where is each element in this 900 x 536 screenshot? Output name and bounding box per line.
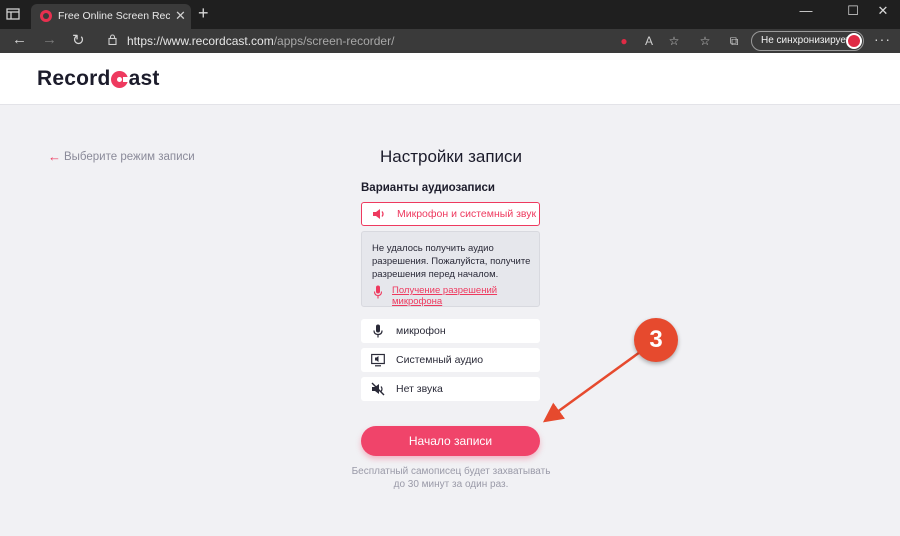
back-link-label: Выберите режим записи (64, 150, 195, 163)
step-number-badge: 3 (634, 318, 678, 362)
option-label: микрофон (396, 325, 446, 337)
option-label: Микрофон и системный звук (397, 208, 537, 220)
close-window-button[interactable]: ✕ (868, 3, 898, 19)
logo-c-icon (111, 70, 130, 88)
permission-warning: Не удалось получить аудио разрешения. По… (361, 231, 540, 307)
sync-profile-button[interactable]: Не синхронизируется (751, 31, 864, 51)
add-favorite-icon[interactable]: ☆ (666, 33, 682, 49)
address-bar[interactable]: https://www.recordcast.com/apps/screen-r… (127, 34, 394, 48)
tab-close-icon[interactable]: ✕ (175, 8, 186, 24)
warning-text: Не удалось получить аудио разрешения. По… (372, 243, 531, 280)
speaker-icon (373, 209, 384, 219)
minimize-button[interactable]: — (791, 3, 821, 18)
new-tab-button[interactable]: + (198, 3, 209, 24)
audio-option-microphone[interactable]: микрофон (361, 319, 540, 343)
recordcast-favicon-icon (40, 10, 52, 22)
audio-option-mic-and-system[interactable]: Микрофон и системный звук (361, 202, 540, 226)
logo-text-end: ast (128, 67, 160, 90)
reload-icon[interactable]: ↻ (72, 31, 85, 49)
logo-text-start: Record (37, 67, 111, 90)
microphone-blocked-icon[interactable]: ● (616, 33, 632, 49)
browser-tab-bar: Free Online Screen Recorder - Re ✕ + — ☐… (0, 0, 900, 29)
favorites-icon[interactable]: ☆ (697, 33, 713, 49)
audio-option-system[interactable]: Системный аудио (361, 348, 540, 372)
recordcast-logo[interactable]: Record ast (37, 67, 160, 91)
browser-toolbar: ← → ↻ https://www.recordcast.com/apps/sc… (0, 29, 900, 53)
page-title: Настройки записи (379, 147, 523, 166)
free-limit-note: Бесплатный самописец будет захватывать д… (351, 466, 551, 490)
get-permission-link[interactable]: Получение разрешений микрофона (392, 285, 532, 307)
lock-icon[interactable] (108, 34, 117, 45)
read-aloud-icon[interactable]: A (641, 33, 657, 49)
url-host: https://www.recordcast.com (127, 34, 274, 48)
back-arrow-icon[interactable]: ← (12, 31, 27, 48)
tab-title: Free Online Screen Recorder - Re (58, 10, 170, 22)
audio-section-label: Варианты аудиозаписи (361, 182, 495, 194)
avatar (846, 33, 862, 49)
microphone-icon (373, 324, 383, 338)
url-path: /apps/screen-recorder/ (273, 34, 395, 48)
back-link[interactable]: ← Выберите режим записи (48, 150, 195, 163)
site-header: Record ast (0, 53, 900, 105)
start-recording-button[interactable]: Начало записи (361, 426, 540, 456)
mute-icon (371, 382, 385, 396)
monitor-audio-icon (371, 353, 385, 367)
forward-arrow-icon[interactable]: → (42, 31, 57, 48)
back-arrow-icon: ← (48, 149, 61, 164)
browser-menu-icon[interactable]: ··· (874, 31, 891, 47)
browser-tab[interactable]: Free Online Screen Recorder - Re ✕ (31, 4, 191, 29)
collections-icon[interactable]: ⧉ (726, 33, 742, 49)
tab-actions-icon[interactable] (6, 7, 22, 23)
maximize-button[interactable]: ☐ (838, 3, 868, 19)
microphone-icon (373, 285, 383, 299)
option-label: Системный аудио (396, 354, 484, 366)
option-label: Нет звука (396, 383, 443, 395)
audio-option-none[interactable]: Нет звука (361, 377, 540, 401)
